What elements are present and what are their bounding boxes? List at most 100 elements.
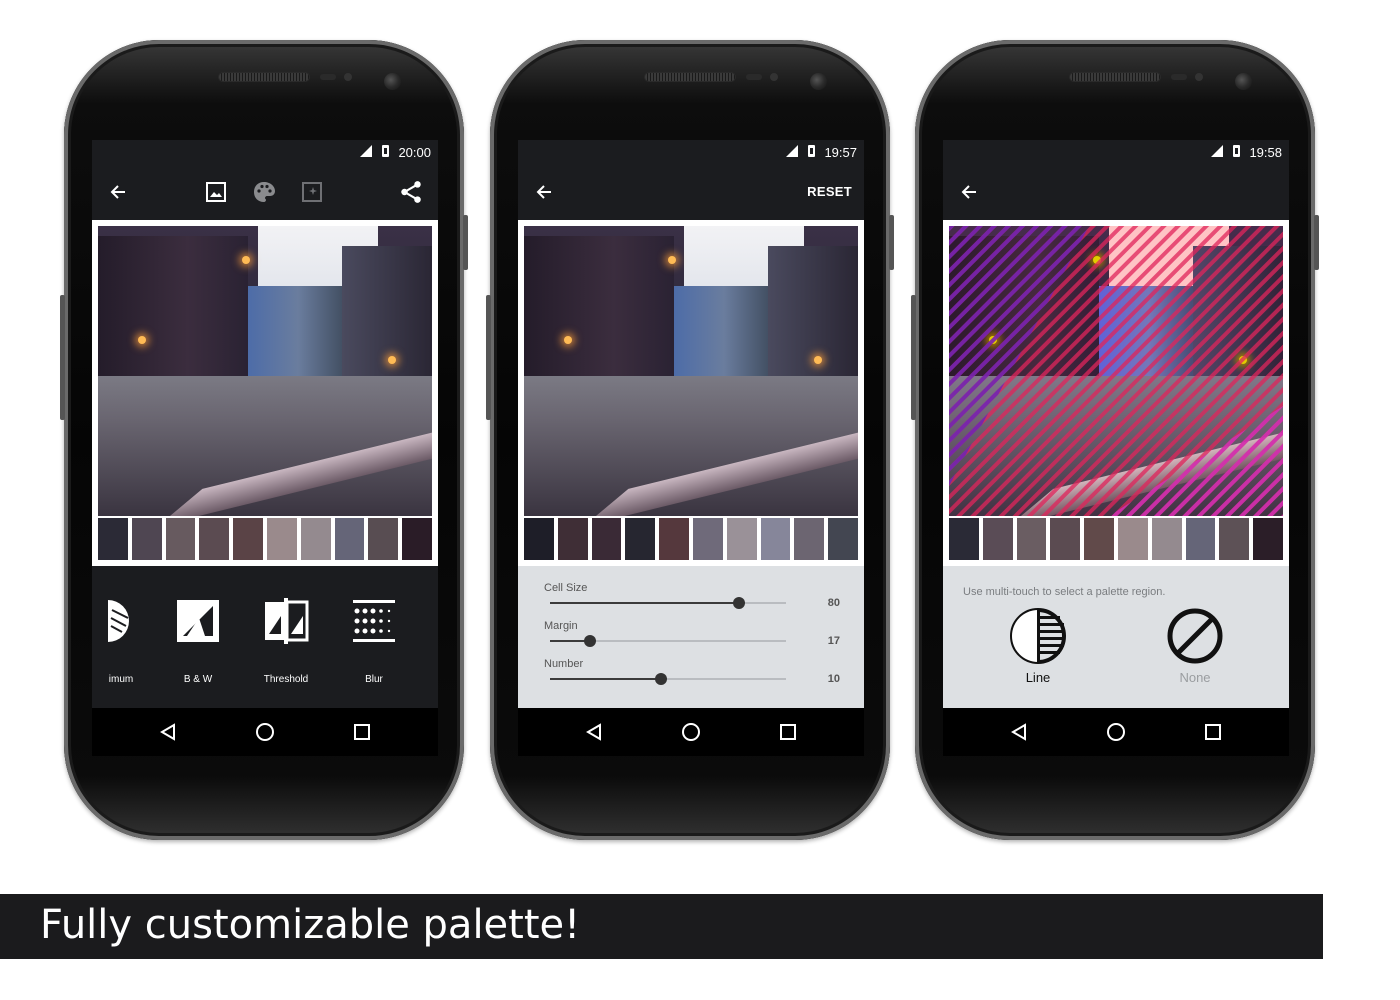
speaker-grille xyxy=(1070,73,1160,81)
palette-swatch[interactable] xyxy=(949,518,979,560)
filter-label: Blur xyxy=(365,674,383,685)
black-white-icon xyxy=(175,598,221,644)
slider-track[interactable] xyxy=(550,597,786,609)
region-hint: Use multi-touch to select a palette regi… xyxy=(963,586,1166,598)
back-nav-icon[interactable] xyxy=(158,722,178,742)
phone-2: 19:57 RESET Cell Size 80 Margin 17 Numbe… xyxy=(486,40,894,840)
toolbar xyxy=(943,164,1289,220)
home-nav-icon[interactable] xyxy=(681,722,701,742)
slider-thumb[interactable] xyxy=(654,673,667,685)
slider-thumb[interactable] xyxy=(584,635,597,647)
street-photo[interactable] xyxy=(524,226,858,516)
palette-swatch[interactable] xyxy=(659,518,689,560)
none-icon xyxy=(1165,606,1225,666)
filter-threshold[interactable]: Threshold xyxy=(251,598,321,685)
share-icon[interactable] xyxy=(397,178,425,206)
toolbar: RESET xyxy=(518,164,864,220)
slider-thumb[interactable] xyxy=(732,597,745,609)
palette-swatch[interactable] xyxy=(524,518,554,560)
arrow-left-icon[interactable] xyxy=(104,178,132,206)
palette-swatch[interactable] xyxy=(625,518,656,560)
filter-blur[interactable]: Blur xyxy=(339,598,409,685)
palette-strip xyxy=(98,518,432,560)
arrow-left-icon[interactable] xyxy=(955,178,983,206)
battery-icon xyxy=(1233,145,1240,157)
palette-swatch[interactable] xyxy=(1117,518,1148,560)
palette-swatch[interactable] xyxy=(1151,518,1182,560)
photo-frame xyxy=(943,220,1289,566)
home-nav-icon[interactable] xyxy=(255,722,275,742)
status-bar: 20:00 xyxy=(92,140,438,164)
slider-value: 80 xyxy=(827,597,840,609)
arrow-left-icon[interactable] xyxy=(530,178,558,206)
option-line[interactable]: Line xyxy=(993,606,1083,685)
street-photo[interactable] xyxy=(949,226,1283,516)
recents-nav-icon[interactable] xyxy=(1203,722,1223,742)
filter-strip: imum B & W Threshold Blur xyxy=(92,566,438,708)
palette-swatch[interactable] xyxy=(692,518,723,560)
palette-icon[interactable] xyxy=(250,178,278,206)
screen: 20:00 imum B & W Threshold Blur xyxy=(92,140,438,756)
battery-icon xyxy=(382,145,389,157)
palette-swatch[interactable] xyxy=(1050,518,1081,560)
palette-swatch[interactable] xyxy=(165,518,196,560)
back-nav-icon[interactable] xyxy=(1009,722,1029,742)
proximity-sensor xyxy=(1171,74,1187,80)
slider-panel: Cell Size 80 Margin 17 Number 10 xyxy=(518,566,864,708)
filter-minimum[interactable]: imum xyxy=(92,598,156,685)
palette-swatch[interactable] xyxy=(1185,518,1216,560)
palette-swatch[interactable] xyxy=(233,518,263,560)
toolbar xyxy=(92,164,438,220)
screen: 19:58 Use multi-touch to select a palett… xyxy=(943,140,1289,756)
slider-track[interactable] xyxy=(550,635,786,647)
option-none[interactable]: None xyxy=(1150,606,1240,685)
volume-button xyxy=(911,295,916,420)
palette-swatch[interactable] xyxy=(1084,518,1114,560)
battery-icon xyxy=(808,145,815,157)
palette-swatch[interactable] xyxy=(98,518,128,560)
palette-swatch[interactable] xyxy=(199,518,230,560)
palette-swatch[interactable] xyxy=(1253,518,1283,560)
back-nav-icon[interactable] xyxy=(584,722,604,742)
signal-icon xyxy=(786,145,798,157)
filter-label: imum xyxy=(108,674,134,685)
slider-label: Cell Size xyxy=(544,582,588,594)
palette-strip xyxy=(524,518,858,560)
palette-swatch[interactable] xyxy=(334,518,365,560)
palette-swatch[interactable] xyxy=(368,518,399,560)
palette-swatch[interactable] xyxy=(1016,518,1047,560)
palette-swatch[interactable] xyxy=(300,518,331,560)
screen: 19:57 RESET Cell Size 80 Margin 17 Numbe… xyxy=(518,140,864,756)
palette-swatch[interactable] xyxy=(131,518,162,560)
palette-swatch[interactable] xyxy=(726,518,757,560)
minimum-icon xyxy=(98,598,144,644)
effects-icon[interactable] xyxy=(298,178,326,206)
slider-label: Number xyxy=(544,658,584,670)
recents-nav-icon[interactable] xyxy=(778,722,798,742)
palette-swatch[interactable] xyxy=(266,518,297,560)
filter-bw[interactable]: B & W xyxy=(163,598,233,685)
palette-swatch[interactable] xyxy=(760,518,791,560)
volume-button xyxy=(486,295,491,420)
slider-margin: Margin 17 xyxy=(544,620,840,658)
palette-swatch[interactable] xyxy=(402,518,432,560)
proximity-sensor xyxy=(746,74,762,80)
palette-swatch[interactable] xyxy=(591,518,622,560)
volume-button xyxy=(60,295,65,420)
palette-swatch[interactable] xyxy=(557,518,588,560)
reset-button[interactable]: RESET xyxy=(807,184,852,199)
palette-swatch[interactable] xyxy=(982,518,1013,560)
power-button xyxy=(889,215,894,270)
home-nav-icon[interactable] xyxy=(1106,722,1126,742)
recents-nav-icon[interactable] xyxy=(352,722,372,742)
nav-bar xyxy=(943,708,1289,756)
image-icon[interactable] xyxy=(202,178,230,206)
speaker-grille xyxy=(645,73,735,81)
nav-bar xyxy=(92,708,438,756)
palette-swatch[interactable] xyxy=(1219,518,1250,560)
palette-swatch[interactable] xyxy=(794,518,825,560)
power-button xyxy=(463,215,468,270)
slider-track[interactable] xyxy=(550,673,786,685)
palette-swatch[interactable] xyxy=(828,518,858,560)
street-photo[interactable] xyxy=(98,226,432,516)
